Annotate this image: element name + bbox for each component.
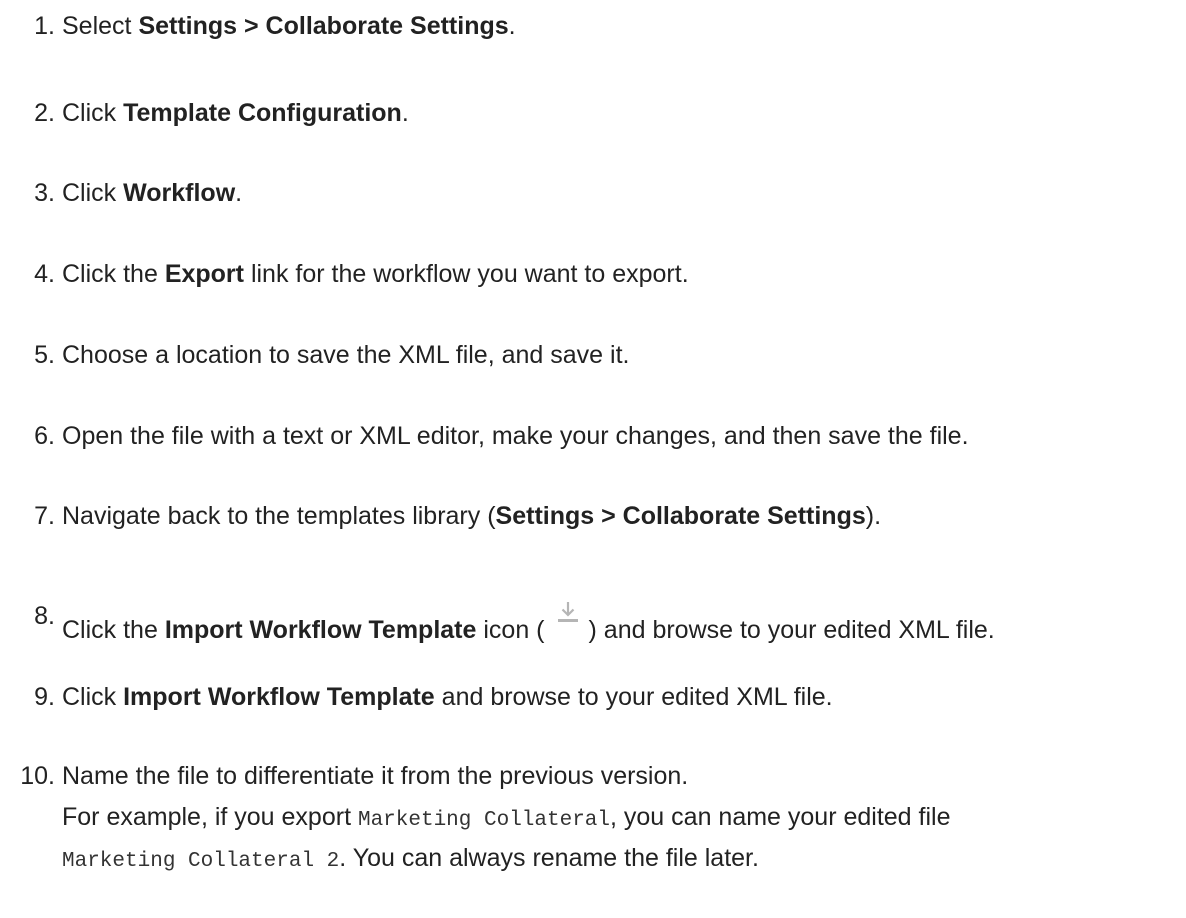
- step-number: 7.: [34, 502, 55, 530]
- step-text: Name the file to differentiate it from t…: [62, 762, 689, 790]
- step-number: 9.: [34, 683, 55, 711]
- step-text: Choose a location to save the XML file, …: [62, 341, 630, 369]
- ui-label: Export: [164, 260, 244, 288]
- step-number: 5.: [34, 341, 55, 369]
- step-10: 10. Name the file to differentiate it fr…: [0, 758, 1186, 918]
- example-text-continued: Marketing Collateral 2. You can always r…: [62, 844, 759, 873]
- step-number: 4.: [34, 260, 55, 288]
- example-text: For example, if you export Marketing Col…: [62, 803, 951, 832]
- ui-label: Import Workflow Template: [164, 616, 477, 644]
- ui-label: Template Configuration: [123, 99, 402, 127]
- step-number: 10.: [20, 762, 55, 790]
- ui-label: Import Workflow Template: [123, 683, 435, 711]
- step-number: 1.: [34, 12, 55, 40]
- menu-path: Settings > Collaborate Settings: [138, 12, 509, 40]
- ui-label: Workflow: [123, 179, 236, 207]
- step-text: Click: [62, 99, 124, 127]
- step-text: Navigate back to the templates library (: [62, 502, 496, 530]
- step-text: Click: [62, 179, 124, 207]
- step-number: 3.: [34, 179, 55, 207]
- step-text: Click the: [62, 260, 165, 288]
- step-number: 2.: [34, 99, 55, 127]
- code-filename: Marketing Collateral 2: [62, 850, 340, 873]
- step-text: Select: [62, 12, 139, 40]
- step-text: Click the: [62, 616, 165, 644]
- step-number: 8.: [34, 602, 55, 630]
- import-download-icon: [553, 598, 583, 628]
- code-filename: Marketing Collateral: [357, 809, 611, 832]
- step-number: 6.: [34, 422, 55, 450]
- menu-path: Settings > Collaborate Settings: [495, 502, 866, 530]
- step-text: Click: [62, 683, 124, 711]
- step-text: Open the file with a text or XML editor,…: [62, 422, 969, 450]
